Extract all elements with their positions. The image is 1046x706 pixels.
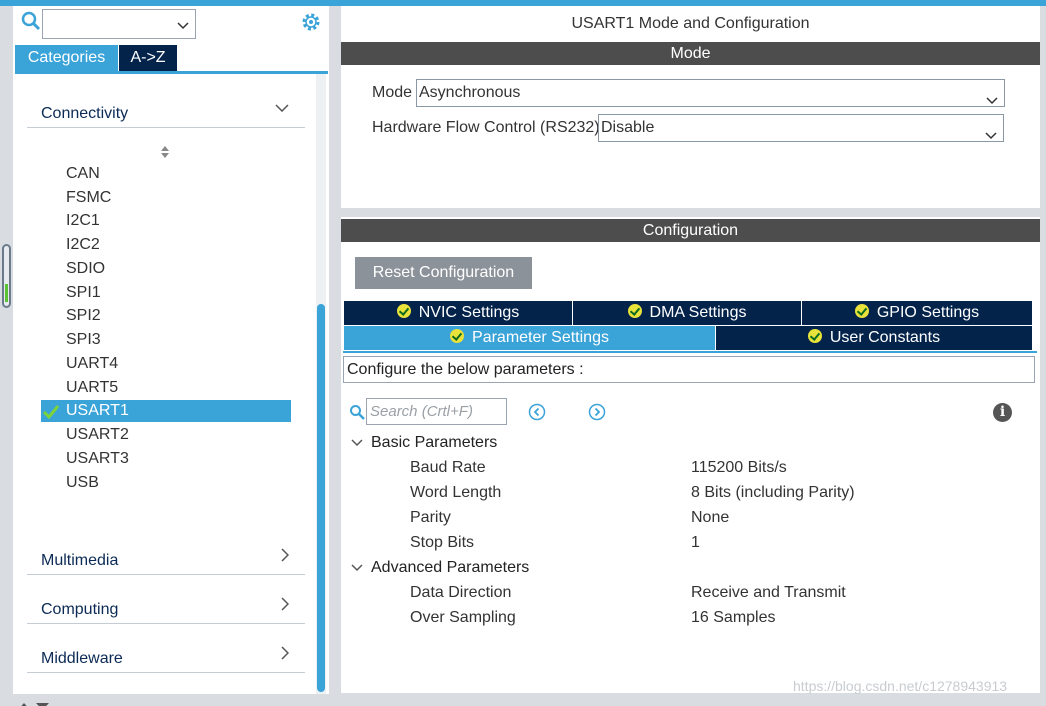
previous-match-icon[interactable] bbox=[528, 403, 546, 421]
param-name[interactable]: Word Length bbox=[410, 482, 501, 504]
tab-underline bbox=[343, 351, 1037, 353]
chevron-down-icon bbox=[351, 557, 371, 579]
config-prompt: Configure the below parameters : bbox=[343, 356, 1035, 383]
mode-panel: USART1 Mode and Configuration Mode Mode … bbox=[341, 6, 1040, 208]
check-circle-icon bbox=[807, 329, 822, 343]
chevron-right-icon bbox=[281, 646, 290, 665]
gear-icon[interactable] bbox=[300, 11, 322, 33]
tab-a-z[interactable]: A->Z bbox=[119, 45, 177, 71]
search-icon[interactable] bbox=[21, 11, 43, 33]
group-label: Basic Parameters bbox=[371, 434, 498, 451]
list-item-usart2[interactable]: USART2 bbox=[66, 424, 291, 446]
advanced-parameters-group[interactable]: Advanced Parameters bbox=[351, 557, 529, 579]
checkmark-icon bbox=[42, 404, 60, 426]
category-middleware-label: Middleware bbox=[41, 650, 123, 667]
tab-nvic-settings[interactable]: NVIC Settings bbox=[344, 301, 572, 325]
category-computing-label: Computing bbox=[41, 601, 119, 618]
list-item-uart4[interactable]: UART4 bbox=[66, 353, 291, 375]
panel-collapse-handle[interactable] bbox=[2, 244, 11, 308]
list-item-i2c1[interactable]: I2C1 bbox=[66, 210, 291, 232]
flow-control-select-value: Disable bbox=[601, 119, 655, 136]
list-item-spi1[interactable]: SPI1 bbox=[66, 282, 291, 304]
param-value[interactable]: 115200 Bits/s bbox=[691, 457, 787, 479]
param-value[interactable]: 1 bbox=[691, 532, 700, 554]
list-item-fsmc[interactable]: FSMC bbox=[66, 187, 291, 209]
group-label: Advanced Parameters bbox=[371, 559, 530, 576]
mode-select-value: Asynchronous bbox=[419, 84, 521, 101]
check-circle-icon bbox=[854, 304, 869, 318]
search-combobox[interactable] bbox=[42, 9, 196, 39]
list-item-uart5[interactable]: UART5 bbox=[66, 377, 291, 399]
category-multimedia-label: Multimedia bbox=[41, 552, 119, 569]
search-icon[interactable] bbox=[349, 404, 365, 420]
tab-parameter-settings[interactable]: Parameter Settings bbox=[344, 326, 715, 350]
param-name[interactable]: Parity bbox=[410, 507, 451, 529]
category-middleware[interactable]: Middleware bbox=[27, 643, 305, 673]
sort-icon[interactable] bbox=[160, 145, 170, 159]
category-computing[interactable]: Computing bbox=[27, 594, 305, 624]
reset-configuration-button[interactable]: Reset Configuration bbox=[355, 257, 532, 289]
flow-control-select[interactable]: Disable bbox=[598, 114, 1004, 142]
list-item-sdio[interactable]: SDIO bbox=[66, 258, 291, 280]
param-name[interactable]: Over Sampling bbox=[410, 607, 516, 629]
list-item-can[interactable]: CAN bbox=[66, 163, 291, 185]
tab-categories[interactable]: Categories bbox=[15, 45, 118, 71]
list-item-spi2[interactable]: SPI2 bbox=[66, 305, 291, 327]
page-title: USART1 Mode and Configuration bbox=[571, 15, 810, 32]
check-circle-icon bbox=[396, 304, 411, 318]
mode-header: Mode bbox=[341, 42, 1040, 65]
check-circle-icon bbox=[450, 329, 465, 343]
tab-user-constants[interactable]: User Constants bbox=[716, 326, 1032, 350]
chevron-down-icon bbox=[985, 123, 997, 149]
list-item-usb[interactable]: USB bbox=[66, 472, 291, 494]
tab-label: NVIC Settings bbox=[418, 304, 520, 321]
param-name[interactable]: Data Direction bbox=[410, 582, 511, 604]
param-value[interactable]: 16 Samples bbox=[691, 607, 776, 629]
tab-label: Parameter Settings bbox=[472, 329, 609, 346]
info-icon[interactable]: i bbox=[993, 403, 1012, 422]
tab-underline bbox=[15, 71, 328, 74]
list-item-usart3[interactable]: USART3 bbox=[66, 448, 291, 470]
mode-select[interactable]: Asynchronous bbox=[416, 79, 1005, 107]
chevron-right-icon bbox=[281, 548, 290, 567]
chevron-right-icon bbox=[281, 597, 290, 616]
tab-label: GPIO Settings bbox=[876, 304, 980, 321]
expand-collapse-arrows-icon[interactable] bbox=[16, 697, 52, 706]
flow-control-label: Hardware Flow Control (RS232) bbox=[372, 119, 600, 136]
configuration-panel: Configuration Reset Configuration NVIC S… bbox=[341, 217, 1040, 693]
category-connectivity-label: Connectivity bbox=[41, 105, 129, 122]
param-value[interactable]: Receive and Transmit bbox=[691, 582, 846, 604]
list-item-i2c2[interactable]: I2C2 bbox=[66, 234, 291, 256]
parameter-search-input[interactable]: Search (Crtl+F) bbox=[366, 398, 507, 425]
tab-dma-settings[interactable]: DMA Settings bbox=[573, 301, 801, 325]
watermark: https://blog.csdn.net/c1278943913 bbox=[793, 678, 1008, 694]
configuration-header: Configuration bbox=[341, 219, 1040, 242]
list-item-spi3[interactable]: SPI3 bbox=[66, 329, 291, 351]
tab-label: DMA Settings bbox=[649, 304, 747, 321]
param-value[interactable]: None bbox=[691, 507, 729, 529]
chevron-down-icon bbox=[351, 432, 371, 454]
list-item-usart1-selected[interactable]: USART1 bbox=[41, 400, 291, 422]
param-name[interactable]: Stop Bits bbox=[410, 532, 474, 554]
param-value[interactable]: 8 Bits (including Parity) bbox=[691, 482, 855, 504]
sidebar-scrollbar-thumb[interactable] bbox=[317, 304, 325, 692]
param-name[interactable]: Baud Rate bbox=[410, 457, 486, 479]
basic-parameters-group[interactable]: Basic Parameters bbox=[351, 432, 497, 454]
tab-gpio-settings[interactable]: GPIO Settings bbox=[802, 301, 1032, 325]
categories-sidebar: Categories A->Z Connectivity CAN FSMC I2… bbox=[13, 6, 329, 694]
check-circle-icon bbox=[627, 304, 642, 318]
tab-label: User Constants bbox=[829, 329, 941, 346]
mode-label: Mode bbox=[372, 84, 413, 101]
category-connectivity[interactable]: Connectivity bbox=[27, 98, 305, 128]
chevron-down-icon bbox=[177, 17, 189, 34]
chevron-down-icon bbox=[986, 88, 998, 114]
chevron-down-icon bbox=[275, 99, 289, 117]
list-item-label: USART1 bbox=[66, 402, 129, 419]
category-multimedia[interactable]: Multimedia bbox=[27, 545, 305, 575]
next-match-icon[interactable] bbox=[588, 403, 606, 421]
